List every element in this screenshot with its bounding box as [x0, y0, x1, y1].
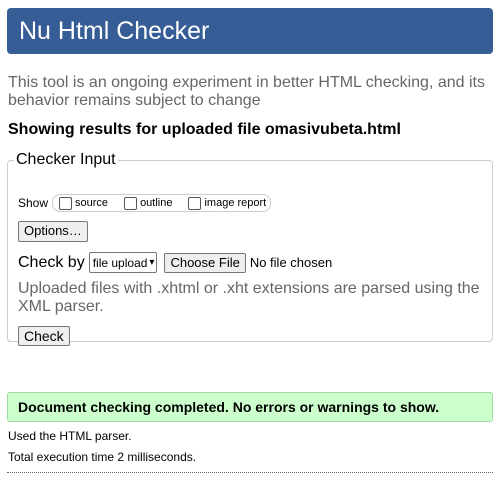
show-source-option[interactable]: source [57, 196, 108, 210]
outline-checkbox[interactable] [124, 196, 138, 210]
parser-note: Used the HTML parser. [8, 429, 132, 443]
upload-note: Uploaded files with .xhtml or .xht exten… [18, 280, 480, 315]
no-file-chosen-text: No file chosen [249, 254, 333, 270]
check-by-row: Check by file upload ▾ Choose File No fi… [18, 252, 332, 273]
checker-input-legend: Checker Input [16, 151, 116, 168]
show-options-group: source outline image report [52, 194, 272, 212]
timing-note: Total execution time 2 milliseconds. [8, 450, 197, 464]
outline-label[interactable]: outline [140, 196, 172, 210]
show-image-report-option[interactable]: image report [186, 196, 266, 210]
chevron-down-icon[interactable]: ▾ [149, 253, 154, 273]
checker-input-fieldset: Checker Input Show source outline image … [7, 151, 493, 346]
check-by-selected-value[interactable]: file upload [93, 253, 148, 273]
source-checkbox[interactable] [59, 196, 73, 210]
source-label[interactable]: source [75, 196, 108, 210]
check-by-select[interactable]: file upload ▾ [88, 252, 158, 273]
options-button[interactable]: Options… [18, 221, 88, 242]
image-report-label[interactable]: image report [204, 196, 266, 210]
check-by-label: Check by [18, 253, 85, 271]
results-heading: Showing results for uploaded file omasiv… [8, 121, 401, 138]
divider [7, 472, 493, 473]
intro-text: This tool is an ongoing experiment in be… [8, 74, 485, 109]
show-outline-option[interactable]: outline [122, 196, 172, 210]
show-label: Show [18, 196, 49, 210]
choose-file-button[interactable]: Choose File [164, 252, 246, 273]
header-banner: Nu Html Checker [7, 8, 493, 54]
show-options-row: Show source outline image report [18, 194, 272, 212]
image-report-checkbox[interactable] [188, 196, 202, 210]
success-message: Document checking completed. No errors o… [7, 392, 493, 422]
check-button[interactable]: Check [18, 326, 70, 346]
page-title: Nu Html Checker [19, 17, 210, 45]
